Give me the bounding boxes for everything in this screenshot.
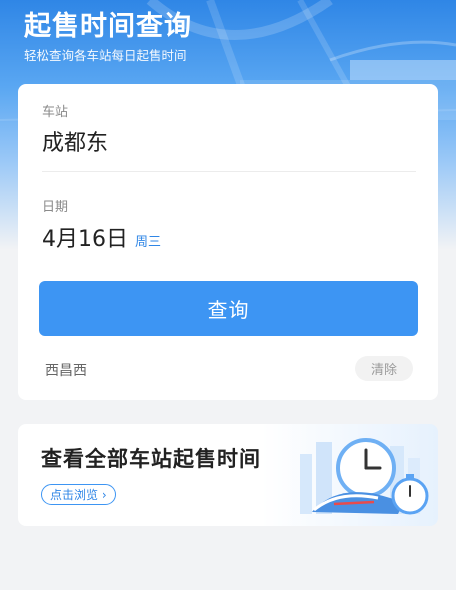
query-button[interactable]: 查询 (39, 281, 418, 336)
all-stations-banner[interactable]: 查看全部车站起售时间 点击浏览 › (18, 424, 438, 526)
page-subtitle: 轻松查询各车站每日起售时间 (24, 48, 187, 63)
clear-history-button[interactable]: 清除 (355, 356, 413, 381)
station-label: 车站 (42, 105, 69, 120)
divider (42, 171, 416, 172)
clock-train-illustration (300, 438, 429, 515)
query-form-card: 车站 成都东 日期 4月16日 周三 查询 西昌西 清除 (18, 84, 438, 400)
weekday-label: 周三 (135, 235, 162, 250)
date-label: 日期 (42, 200, 69, 215)
date-field[interactable]: 4月16日 (42, 221, 128, 253)
clock-icon (336, 438, 396, 498)
browse-button[interactable]: 点击浏览 › (41, 484, 116, 505)
station-field[interactable]: 成都东 (42, 125, 108, 157)
page-title: 起售时间查询 (24, 11, 192, 42)
banner-title: 查看全部车站起售时间 (41, 447, 261, 471)
history-item[interactable]: 西昌西 (45, 360, 87, 380)
